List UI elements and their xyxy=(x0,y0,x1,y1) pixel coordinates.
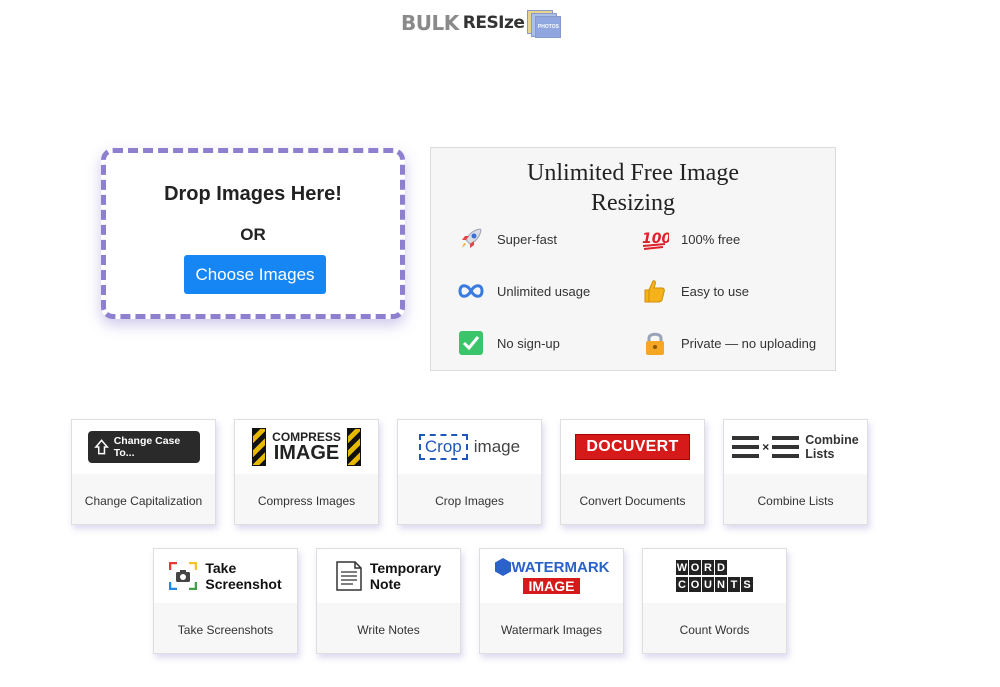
letter-tile: D xyxy=(715,560,727,575)
letter-tile: S xyxy=(741,577,753,592)
compress-image-graphic: COMPRESS IMAGE xyxy=(252,428,361,466)
photos-stack-icon: PHOTOS xyxy=(527,8,562,38)
watermark-graphic: WATERMARK IMAGE xyxy=(493,557,610,595)
compress-graphic-line2: IMAGE xyxy=(273,442,340,464)
screenshot-graphic-line2: Screenshot xyxy=(205,576,282,592)
feature-super-fast: Super-fast xyxy=(457,226,557,252)
watermark-graphic-line2: IMAGE xyxy=(522,578,581,594)
drop-zone-title: Drop Images Here! xyxy=(164,183,342,205)
letter-tile: W xyxy=(676,560,688,575)
feature-easy: Easy to use xyxy=(641,278,749,304)
feature-label: 100% free xyxy=(681,231,741,247)
feature-unlimited: Unlimited usage xyxy=(457,278,590,304)
tool-caption: Combine Lists xyxy=(757,494,834,508)
check-mark-icon xyxy=(457,330,485,356)
list-icon xyxy=(772,436,800,458)
watermark-graphic-line1: WATERMARK xyxy=(511,558,610,576)
lock-icon xyxy=(641,330,669,356)
tool-card-combine-lists[interactable]: × Combine Lists Combine Lists xyxy=(723,419,868,525)
letter-tile: O xyxy=(689,577,701,592)
letter-tile: C xyxy=(676,577,688,592)
crop-graphic-rest: image xyxy=(473,437,521,456)
crop-image-graphic: Crop image xyxy=(418,434,521,460)
hexagon-icon xyxy=(495,558,512,576)
letter-tile: O xyxy=(689,560,701,575)
note-paper-icon xyxy=(336,561,362,591)
tool-card-crop-images[interactable]: Crop image Crop Images xyxy=(397,419,542,525)
tool-caption: Write Notes xyxy=(357,623,420,637)
drop-zone-or: OR xyxy=(240,225,266,244)
hundred-icon: 100 xyxy=(641,226,669,252)
letter-tile: T xyxy=(728,577,740,592)
tool-caption: Change Capitalization xyxy=(84,494,203,508)
choose-images-button[interactable]: Choose Images xyxy=(184,255,326,294)
crop-graphic-box: Crop xyxy=(418,434,468,460)
tool-card-convert-documents[interactable]: DOCUVERT Convert Documents xyxy=(560,419,705,525)
note-graphic: Temporary Note xyxy=(336,560,441,592)
feature-label: Private — no uploading xyxy=(681,335,817,351)
combine-graphic-line2: Lists xyxy=(805,447,835,461)
feature-no-signup: No sign-up xyxy=(457,330,560,356)
tool-card-take-screenshots[interactable]: Take Screenshot Take Screenshots xyxy=(153,548,298,654)
feature-free: 100 100% free xyxy=(641,226,740,252)
note-graphic-line1: Temporary xyxy=(369,560,442,576)
image-drop-zone[interactable]: Drop Images Here! OR Choose Images xyxy=(101,148,405,319)
feature-private: Private — no uploading xyxy=(641,330,816,356)
word-counts-graphic: WORD COUNTS xyxy=(676,560,753,592)
times-icon: × xyxy=(762,440,770,454)
camera-frame-icon xyxy=(169,562,198,590)
docuvert-graphic: DOCUVERT xyxy=(575,434,690,460)
tool-caption: Watermark Images xyxy=(501,623,602,637)
logo-photos-label: PHOTOS xyxy=(535,16,562,38)
feature-label: Super-fast xyxy=(497,231,557,247)
arrow-up-icon xyxy=(93,439,109,455)
tool-card-compress-images[interactable]: COMPRESS IMAGE Compress Images xyxy=(234,419,379,525)
logo-word-resize: RESIze xyxy=(462,13,525,33)
change-case-graphic: Change Case To... xyxy=(87,431,200,463)
note-graphic-line2: Note xyxy=(369,576,401,592)
features-title: Unlimited Free Image Resizing xyxy=(527,160,739,216)
tool-caption: Compress Images xyxy=(257,494,356,508)
tool-caption: Convert Documents xyxy=(579,494,686,508)
letter-tile: R xyxy=(702,560,714,575)
letter-tile: U xyxy=(702,577,714,592)
tool-caption: Count Words xyxy=(679,623,750,637)
screenshot-graphic: Take Screenshot xyxy=(169,560,282,592)
combine-graphic-line1: Combine xyxy=(805,433,859,447)
list-icon xyxy=(732,436,760,458)
tool-caption: Take Screenshots xyxy=(177,623,274,637)
tool-card-write-notes[interactable]: Temporary Note Write Notes xyxy=(316,548,461,654)
hazard-stripe-icon xyxy=(252,428,267,466)
hazard-stripe-icon xyxy=(346,428,361,466)
infinity-icon xyxy=(457,278,485,304)
change-case-graphic-text: Change Case To... xyxy=(113,435,181,459)
combine-lists-graphic: × Combine Lists xyxy=(732,433,859,461)
word-counts-graphic-line1: WORD xyxy=(676,560,753,575)
rocket-icon xyxy=(457,226,485,252)
letter-tile: N xyxy=(715,577,727,592)
site-logo[interactable]: BULK RESIze PHOTOS xyxy=(401,7,562,39)
feature-label: Unlimited usage xyxy=(497,283,591,299)
thumbs-up-icon xyxy=(641,278,669,304)
screenshot-graphic-line1: Take xyxy=(205,560,237,576)
tool-card-watermark-images[interactable]: WATERMARK IMAGE Watermark Images xyxy=(479,548,624,654)
tool-caption: Crop Images xyxy=(435,494,504,508)
tool-card-change-capitalization[interactable]: Change Case To... Change Capitalization xyxy=(71,419,216,525)
logo-word-bulk: BULK xyxy=(401,11,459,35)
feature-label: Easy to use xyxy=(681,283,749,299)
features-panel: Unlimited Free Image Resizing Super-fast… xyxy=(430,147,836,371)
feature-label: No sign-up xyxy=(497,335,560,351)
word-counts-graphic-line2: COUNTS xyxy=(676,577,753,592)
tool-card-count-words[interactable]: WORD COUNTS Count Words xyxy=(642,548,787,654)
